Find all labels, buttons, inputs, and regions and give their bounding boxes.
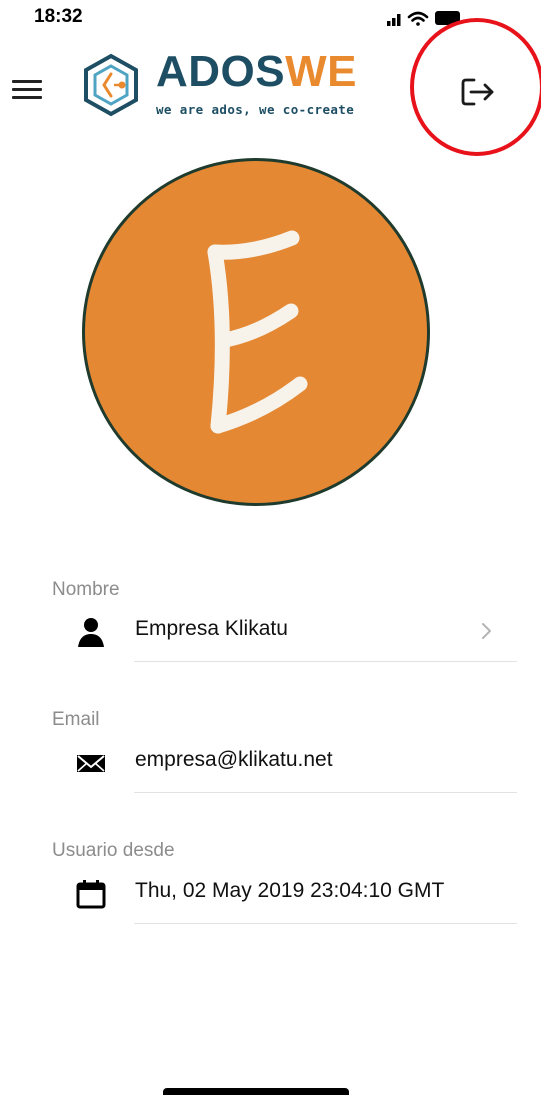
brand-logo: ADOSWE we are ados, we co-create [78,46,368,126]
divider [134,661,517,662]
calendar-icon [76,880,106,909]
logo-title: ADOSWE [156,50,357,94]
field-row-member-since: Thu, 02 May 2019 23:04:10 GMT [0,864,541,924]
signal-icon [387,14,401,26]
field-label-name: Nombre [52,579,120,600]
logo-hexagon-icon [84,53,138,117]
logo-title-ados: ADOS [156,47,286,96]
field-label-email: Email [52,709,100,730]
logout-icon [461,78,494,106]
field-label-member-since: Usuario desde [52,840,175,861]
logo-tagline: we are ados, we co-create [156,102,355,117]
menu-icon-line [12,80,42,83]
logout-button[interactable] [452,68,500,116]
avatar-letter-e [207,230,308,434]
home-indicator[interactable] [163,1088,349,1095]
wifi-icon [407,11,429,26]
logo-title-we: WE [285,47,358,96]
divider [134,923,517,924]
battery-icon [435,11,460,25]
envelope-icon [77,755,105,772]
status-time: 18:32 [34,6,83,27]
field-value-name: Empresa Klikatu [135,617,288,640]
field-value-member-since: Thu, 02 May 2019 23:04:10 GMT [135,879,445,902]
field-row-email: empresa@klikatu.net [0,733,541,793]
person-icon [78,618,104,647]
field-value-email: empresa@klikatu.net [135,748,333,771]
menu-icon-line [12,96,42,99]
status-icons [387,11,460,26]
field-row-name[interactable]: Empresa Klikatu [0,602,541,662]
avatar[interactable] [82,158,430,506]
menu-icon-line [12,88,42,91]
chevron-right-icon [482,623,491,639]
menu-button[interactable] [12,80,42,100]
divider [134,792,517,793]
